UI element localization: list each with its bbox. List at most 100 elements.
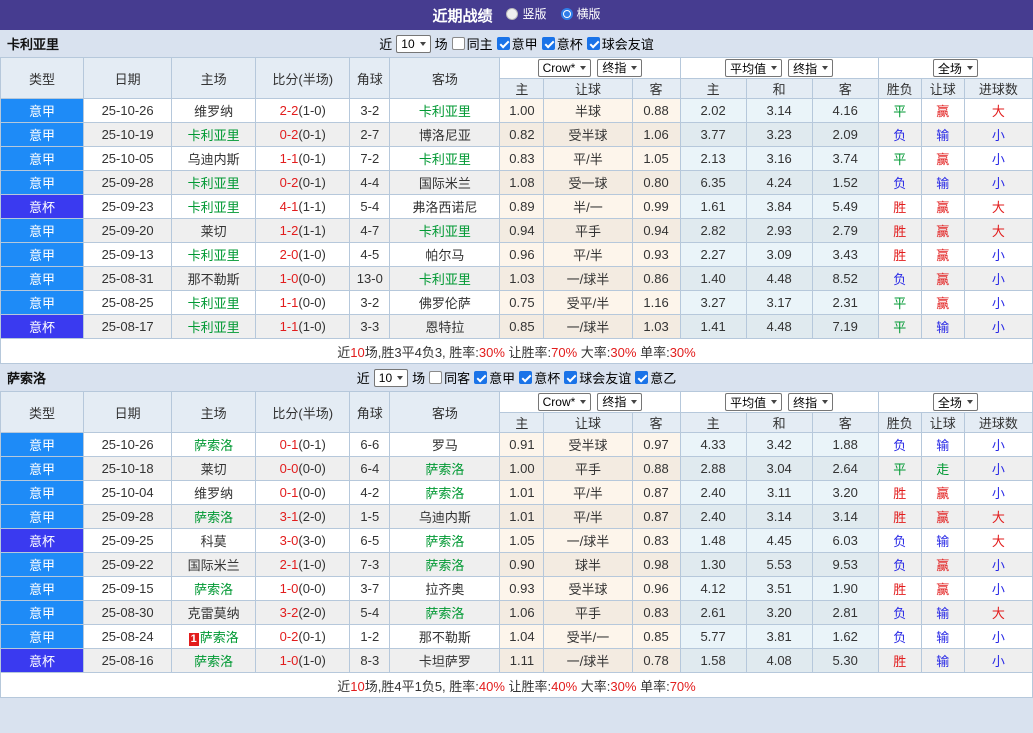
away-team-name: 卡坦萨罗: [419, 654, 471, 669]
away-team-cell: 萨索洛: [390, 529, 500, 553]
results-table: 类型日期主场比分(半场)角球客场Crow*终指平均值终指全场主让球客主和客胜负让…: [0, 57, 1033, 364]
club-friendly-checkbox-item[interactable]: 球会友谊: [587, 34, 654, 53]
fulltime-score: 3-1: [280, 509, 299, 524]
summary-segment: 场,胜4平1负5, 胜率:: [365, 679, 479, 694]
summary-text: 近10场,胜4平1负5, 胜率:40% 让胜率:40% 大率:30% 单率:70…: [1, 673, 1033, 698]
average-select[interactable]: 平均值: [725, 393, 782, 411]
same-venue-checkbox-item[interactable]: 同主: [452, 34, 493, 53]
crow-home-odds: 0.85: [500, 315, 544, 339]
col-header-goals: 进球数: [964, 79, 1032, 99]
score-cell: 0-2(0-1): [256, 625, 350, 649]
fulltime-score: 1-1: [280, 151, 299, 166]
serie-a-checkbox-label: 意甲: [489, 368, 515, 387]
vertical-layout-radio[interactable]: [506, 8, 518, 20]
date-cell: 25-08-24: [84, 625, 172, 649]
corners-cell: 3-7: [350, 577, 390, 601]
team-name: 萨索洛: [7, 368, 46, 387]
avg-draw-odds: 3.20: [746, 601, 812, 625]
result-handicap: 赢: [921, 99, 964, 123]
scope-select-value: 全场: [938, 394, 962, 411]
crow-home-odds: 0.93: [500, 577, 544, 601]
home-team-name: 维罗纳: [194, 104, 233, 119]
crow-home-odds: 0.82: [500, 123, 544, 147]
vertical-layout-radio-item[interactable]: 竖版: [506, 5, 546, 22]
halftime-score: (0-0): [298, 581, 325, 596]
home-team-cell: 卡利亚里: [172, 171, 256, 195]
horizontal-layout-radio-item[interactable]: 横版: [561, 5, 601, 22]
result-goals: 小: [964, 481, 1032, 505]
coppa-italia-checkbox-item[interactable]: 意杯: [542, 34, 583, 53]
odds-provider-select[interactable]: Crow*: [538, 393, 592, 411]
away-team-name: 拉齐奥: [425, 582, 464, 597]
avg-away-odds: 8.52: [812, 267, 878, 291]
club-friendly-checkbox-item[interactable]: 球会友谊: [564, 368, 631, 387]
summary-segment: 10: [350, 345, 364, 360]
coppa-italia-checkbox-label: 意杯: [557, 34, 583, 53]
result-goals: 大: [964, 505, 1032, 529]
summary-segment: 近: [337, 345, 350, 360]
chevron-down-icon: [967, 66, 973, 70]
avg-home-odds: 1.48: [680, 529, 746, 553]
away-team-name: 弗洛西诺尼: [412, 200, 477, 215]
avg-home-odds: 1.61: [680, 195, 746, 219]
competition-cell: 意甲: [1, 505, 84, 529]
score-cell: 0-1(0-0): [256, 481, 350, 505]
score-cell: 2-1(1-0): [256, 553, 350, 577]
club-friendly-checkbox[interactable]: [587, 37, 600, 50]
corners-cell: 4-7: [350, 219, 390, 243]
handicap-line: 平/半: [544, 147, 632, 171]
same-venue-checkbox-item[interactable]: 同客: [429, 368, 470, 387]
coppa-italia-checkbox-item[interactable]: 意杯: [519, 368, 560, 387]
match-row: 意甲25-09-13卡利亚里2-0(1-0)4-5帕尔马0.96平/半0.932…: [1, 243, 1033, 267]
avg-home-odds: 2.27: [680, 243, 746, 267]
coppa-italia-checkbox[interactable]: [519, 371, 532, 384]
serie-b-checkbox-item[interactable]: 意乙: [635, 368, 676, 387]
serie-a-checkbox[interactable]: [474, 371, 487, 384]
same-venue-checkbox[interactable]: [452, 37, 465, 50]
crow-away-odds: 0.96: [632, 577, 680, 601]
fulltime-score: 2-1: [280, 557, 299, 572]
match-row: 意杯25-09-25科莫3-0(3-0)6-5萨索洛1.05一/球半0.831.…: [1, 529, 1033, 553]
horizontal-layout-radio[interactable]: [561, 8, 573, 20]
crow-away-odds: 0.85: [632, 625, 680, 649]
serie-a-checkbox[interactable]: [497, 37, 510, 50]
chevron-down-icon: [420, 42, 426, 46]
handicap-line: 受半球: [544, 577, 632, 601]
col-header-score-half: 比分(半场): [256, 58, 350, 99]
avg-away-odds: 1.88: [812, 433, 878, 457]
result-goals: 大: [964, 219, 1032, 243]
serie-a-checkbox-item[interactable]: 意甲: [474, 368, 515, 387]
average-select[interactable]: 平均值: [725, 59, 782, 77]
final-index-select-2[interactable]: 终指: [788, 59, 833, 77]
scope-select[interactable]: 全场: [933, 393, 978, 411]
fulltime-score: 3-0: [280, 533, 299, 548]
date-cell: 25-08-17: [84, 315, 172, 339]
page: 近期战绩 竖版横版 卡利亚里近10场同主意甲意杯球会友谊类型日期主场比分(半场)…: [0, 0, 1033, 733]
home-team-cell: 1萨索洛: [172, 625, 256, 649]
final-index-select[interactable]: 终指: [597, 393, 642, 411]
final-index-select-value: 终指: [602, 59, 626, 76]
final-index-select-2[interactable]: 终指: [788, 393, 833, 411]
date-cell: 25-09-20: [84, 219, 172, 243]
summary-segment: 让胜率:: [505, 679, 551, 694]
final-index-select[interactable]: 终指: [597, 59, 642, 77]
handicap-line: 平/半: [544, 243, 632, 267]
result-handicap: 输: [921, 433, 964, 457]
odds-provider-select[interactable]: Crow*: [538, 59, 592, 77]
serie-b-checkbox[interactable]: [635, 371, 648, 384]
recent-count-select[interactable]: 10: [374, 369, 408, 387]
coppa-italia-checkbox[interactable]: [542, 37, 555, 50]
club-friendly-checkbox[interactable]: [564, 371, 577, 384]
summary-segment: 让胜率:: [505, 345, 551, 360]
summary-segment: 单率:: [636, 345, 669, 360]
recent-count-select-value: 10: [401, 37, 414, 51]
crow-home-odds: 1.04: [500, 625, 544, 649]
serie-a-checkbox-item[interactable]: 意甲: [497, 34, 538, 53]
scope-select[interactable]: 全场: [933, 59, 978, 77]
avg-home-odds: 2.61: [680, 601, 746, 625]
home-team-name: 卡利亚里: [188, 128, 240, 143]
crow-away-odds: 0.83: [632, 529, 680, 553]
same-venue-checkbox[interactable]: [429, 371, 442, 384]
recent-count-select[interactable]: 10: [396, 35, 430, 53]
date-cell: 25-09-25: [84, 529, 172, 553]
